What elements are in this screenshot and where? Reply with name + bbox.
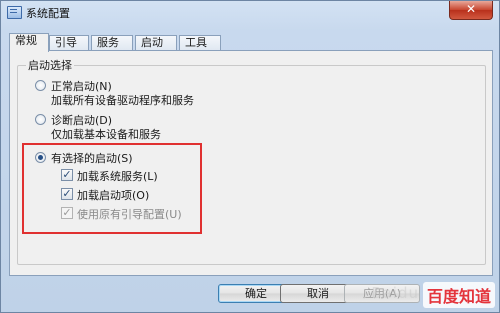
watermark-logo: 百度知道 [422,282,495,308]
close-button[interactable]: ✕ [449,1,493,20]
tab-startup[interactable]: 启动 [135,35,177,51]
annotation-highlight-box [22,143,202,234]
app-icon [7,6,22,19]
system-config-window: 系统配置 ✕ 常规 引导 服务 启动 工具 启动选择 正常启动(N) 加载所有设… [0,0,500,313]
tab-tools[interactable]: 工具 [179,35,221,51]
radio-diagnostic-startup[interactable] [35,114,46,125]
normal-startup-desc: 加载所有设备驱动程序和服务 [51,94,194,107]
watermark-text: Baidu [371,284,419,302]
window-title: 系统配置 [26,7,70,20]
title-bar[interactable]: 系统配置 ✕ [1,1,499,23]
tab-services[interactable]: 服务 [91,35,133,51]
tab-boot[interactable]: 引导 [49,35,89,51]
group-label: 启动选择 [26,57,74,73]
close-icon: ✕ [465,2,477,16]
radio-normal-startup[interactable] [35,80,46,91]
tab-general[interactable]: 常规 [9,33,49,52]
diagnostic-startup-desc: 仅加载基本设备和服务 [51,128,161,141]
